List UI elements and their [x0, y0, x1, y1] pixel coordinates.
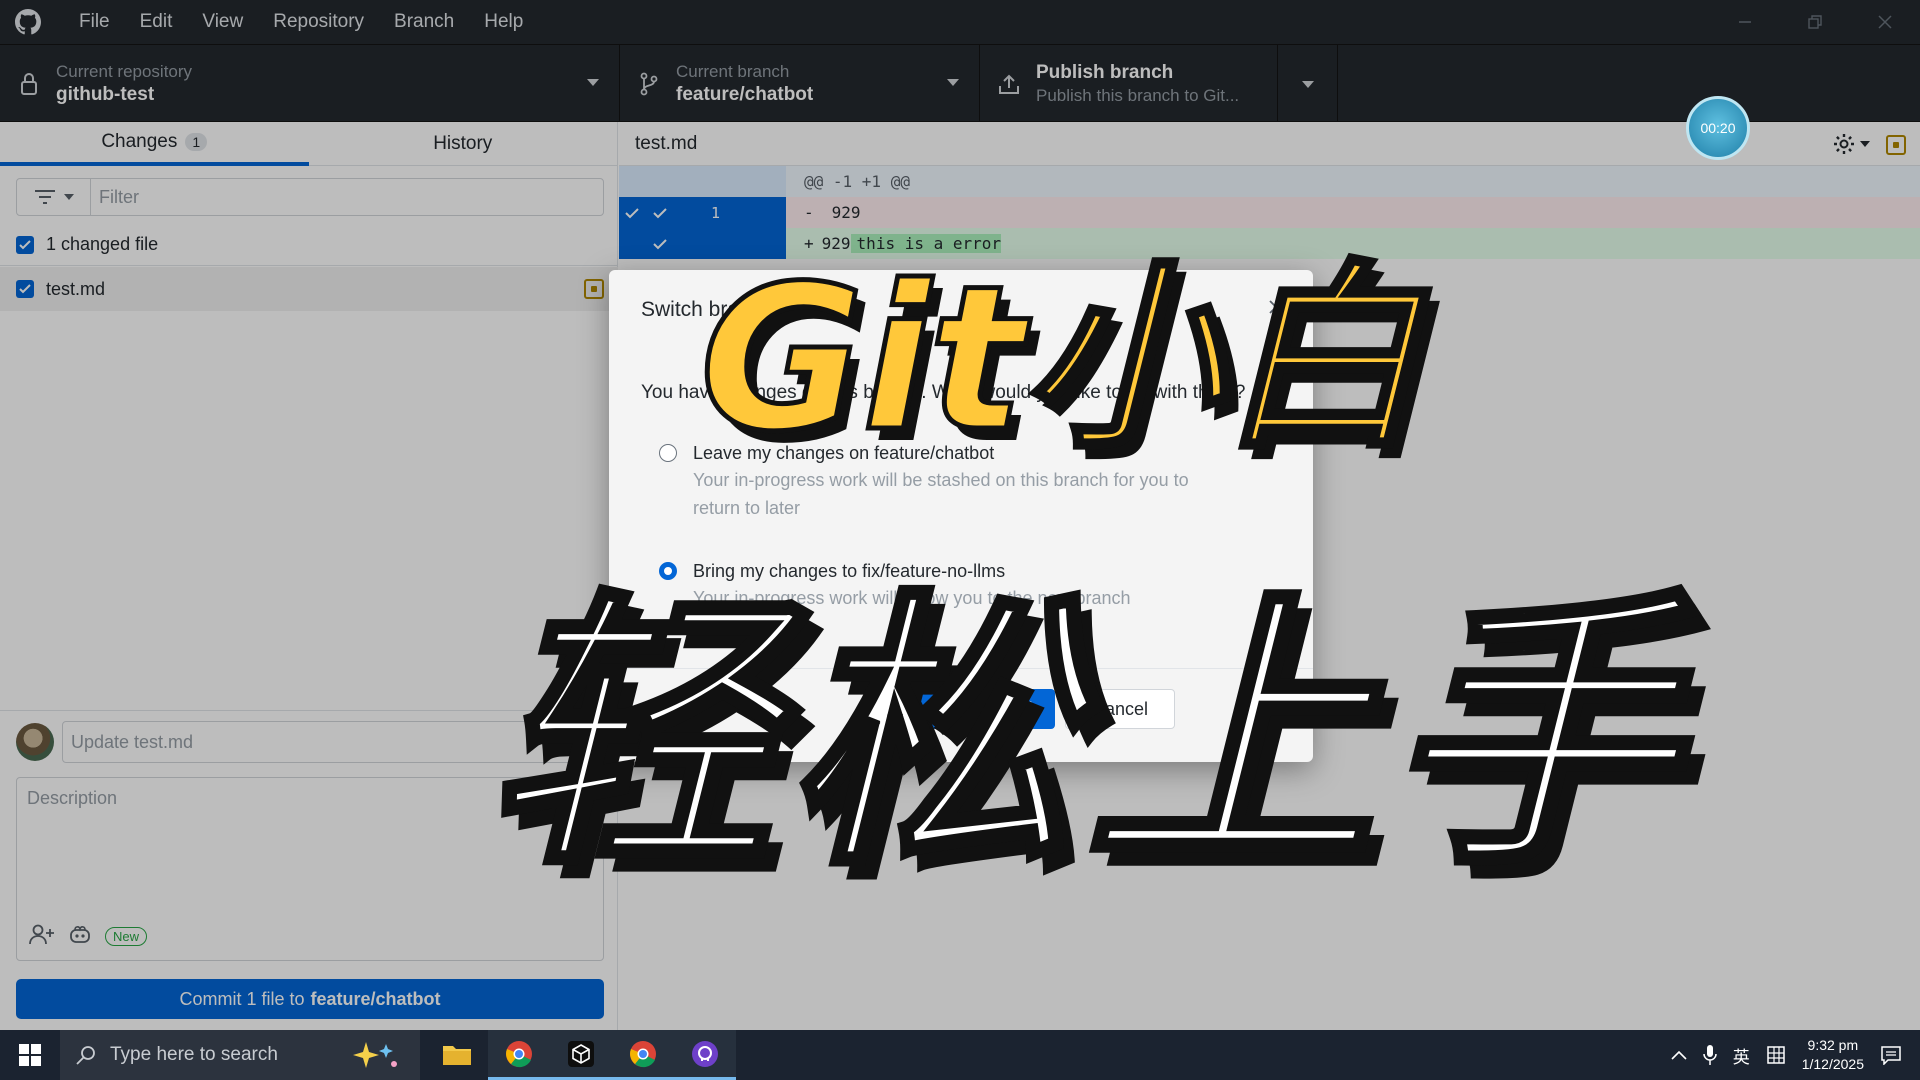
start-button[interactable]	[0, 1030, 60, 1080]
recording-timer: 00:20	[1686, 96, 1750, 160]
cube-app-icon	[568, 1040, 594, 1067]
clock-time: 9:32 pm	[1807, 1037, 1859, 1053]
chrome-icon	[506, 1040, 532, 1067]
system-tray: 英 9:32 pm 1/12/2025	[1671, 1030, 1920, 1080]
leave-changes-radio[interactable]	[659, 444, 677, 462]
clock[interactable]: 9:32 pm 1/12/2025	[1802, 1036, 1864, 1074]
microphone-icon[interactable]	[1702, 1044, 1717, 1066]
overlay-title-line1: Git小白	[697, 241, 1422, 479]
clock-date: 1/12/2025	[1801, 1056, 1864, 1072]
search-icon	[76, 1046, 95, 1065]
taskbar-chrome-1[interactable]	[488, 1030, 550, 1080]
chrome-icon	[630, 1040, 656, 1067]
taskbar-chrome-2[interactable]	[612, 1030, 674, 1080]
search-placeholder: Type here to search	[110, 1044, 278, 1065]
taskbar-file-explorer[interactable]	[426, 1030, 488, 1080]
windows-logo-icon	[19, 1044, 41, 1066]
overlay-title-line2: 轻松上手	[483, 565, 1686, 908]
taskbar-github-desktop[interactable]	[674, 1030, 736, 1080]
keyboard-layout-icon[interactable]	[1766, 1045, 1786, 1065]
folder-icon	[443, 1045, 471, 1065]
ime-language-indicator[interactable]: 英	[1733, 1043, 1750, 1068]
taskbar-cube-app[interactable]	[550, 1030, 612, 1080]
sparkle-icon	[353, 1042, 397, 1068]
taskbar-apps	[426, 1030, 736, 1080]
chevron-up-icon[interactable]	[1671, 1050, 1687, 1060]
github-desktop-icon	[692, 1040, 718, 1067]
notifications-icon[interactable]	[1880, 1045, 1902, 1065]
taskbar-search[interactable]: Type here to search	[60, 1030, 420, 1080]
windows-taskbar: Type here to search 英 9:32 pm 1/12/2025	[0, 1030, 1920, 1080]
